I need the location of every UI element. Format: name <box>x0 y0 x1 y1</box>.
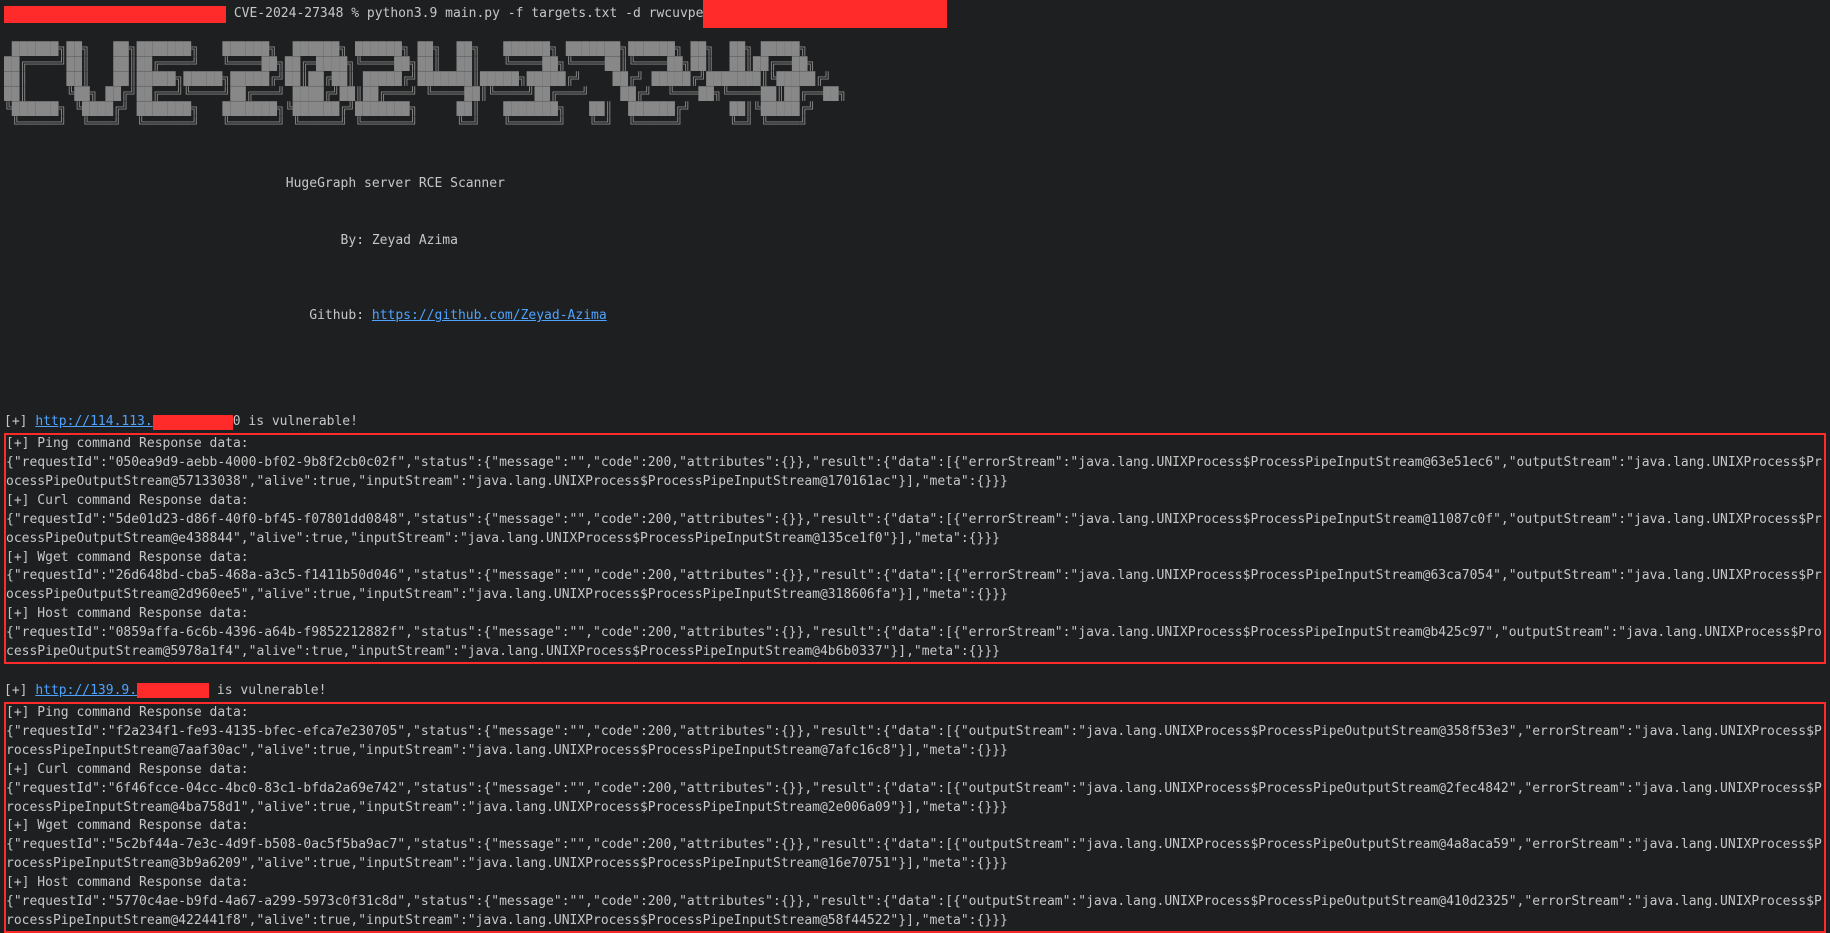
response-label: [+] Curl command Response data: <box>6 761 1824 780</box>
target-url-suffix: 0 <box>233 413 241 432</box>
response-label: [+] Ping command Response data: <box>6 435 1824 454</box>
response-label: [+] Host command Response data: <box>6 874 1824 893</box>
response-json: {"requestId":"26d648bd-cba5-468a-a3c5-f1… <box>6 567 1824 605</box>
response-label: [+] Curl command Response data: <box>6 492 1824 511</box>
response-label: [+] Ping command Response data: <box>6 704 1824 723</box>
vulnerable-line: [+] http://139.9. is vulnerable! <box>4 682 1826 701</box>
redaction-block <box>4 6 226 23</box>
shell-prompt-line: CVE-2024-27348 % python3.9 main.py -f ta… <box>4 0 1826 28</box>
terminal-output: CVE-2024-27348 % python3.9 main.py -f ta… <box>0 0 1830 933</box>
target-section: [+] http://114.113.0 is vulnerable![+] P… <box>4 413 1826 664</box>
response-highlight-box: [+] Ping command Response data:{"request… <box>4 433 1826 663</box>
response-label: [+] Host command Response data: <box>6 605 1824 624</box>
target-url-link[interactable]: http://114.113. <box>35 413 152 432</box>
response-json: {"requestId":"5de01d23-d86f-40f0-bf45-f0… <box>6 511 1824 549</box>
banner-line-author: By: Zeyad Azima <box>4 232 1826 251</box>
response-highlight-box: [+] Ping command Response data:{"request… <box>4 702 1826 932</box>
result-prefix: [+] <box>4 682 35 701</box>
response-json: {"requestId":"f2a234f1-fe93-4135-bfec-ef… <box>6 723 1824 761</box>
response-json: {"requestId":"0859affa-6c6b-4396-a64b-f9… <box>6 624 1824 662</box>
ascii-banner: ██████╗██╗ ██╗███████╗ ██████╗ ██████╗ █… <box>4 42 1826 132</box>
vulnerable-tail: is vulnerable! <box>241 413 358 432</box>
banner-subtitle: HugeGraph server RCE Scanner By: Zeyad A… <box>4 138 1826 383</box>
banner-line-github: Github: https://github.com/Zeyad-Azima <box>4 288 1826 345</box>
redaction-block <box>153 415 233 430</box>
response-json: {"requestId":"5770c4ae-b9fd-4a67-a299-59… <box>6 893 1824 931</box>
target-url-link[interactable]: http://139.9. <box>35 682 137 701</box>
response-json: {"requestId":"6f46fcce-04cc-4bc0-83c1-bf… <box>6 780 1824 818</box>
scan-results: [+] http://114.113.0 is vulnerable![+] P… <box>4 413 1826 933</box>
response-label: [+] Wget command Response data: <box>6 817 1824 836</box>
redaction-block <box>137 683 209 698</box>
github-link[interactable]: https://github.com/Zeyad-Azima <box>372 308 607 323</box>
target-section: [+] http://139.9. is vulnerable![+] Ping… <box>4 682 1826 933</box>
response-json: {"requestId":"5c2bf44a-7e3c-4d9f-b508-0a… <box>6 836 1824 874</box>
response-json: {"requestId":"050ea9d9-aebb-4000-bf02-9b… <box>6 454 1824 492</box>
result-prefix: [+] <box>4 413 35 432</box>
vulnerable-line: [+] http://114.113. 0 is vulnerable! <box>4 413 1826 432</box>
banner-line-scanner: HugeGraph server RCE Scanner <box>4 175 1826 194</box>
shell-command-text: CVE-2024-27348 % python3.9 main.py -f ta… <box>226 5 703 24</box>
vulnerable-tail: is vulnerable! <box>209 682 326 701</box>
response-label: [+] Wget command Response data: <box>6 549 1824 568</box>
redaction-block <box>703 0 947 28</box>
